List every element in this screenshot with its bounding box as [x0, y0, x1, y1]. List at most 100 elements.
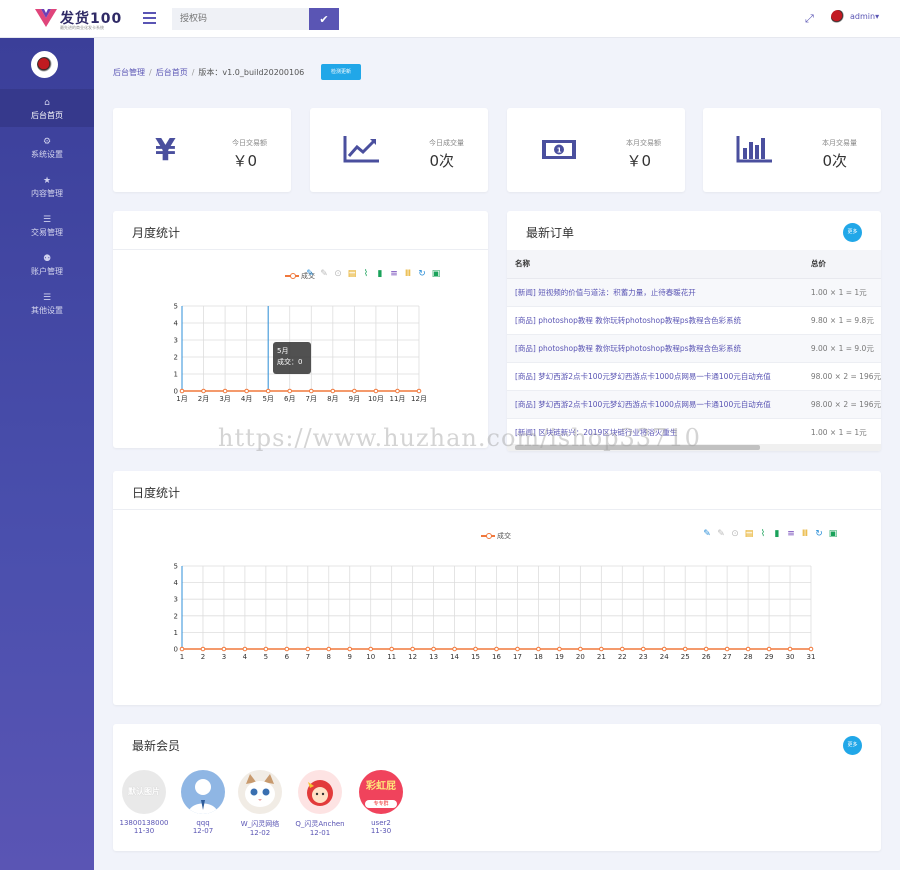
y-tick-label: 5: [174, 563, 178, 571]
member-item[interactable]: 默认图片 13800138000 11-30: [114, 770, 174, 835]
y-tick-label: 2: [174, 354, 178, 362]
fullscreen-icon[interactable]: ⤢: [805, 12, 814, 26]
sidebar-avatar[interactable]: [31, 51, 58, 78]
table-row: [商品] photoshop教程 教你玩转photoshop教程ps教程含色彩系…: [507, 334, 881, 363]
data-point: [347, 646, 353, 652]
breadcrumb-home-link[interactable]: 后台首页: [156, 68, 188, 77]
stat-label: 本月交易量: [822, 139, 857, 147]
top-bar: 发货100 最先进的商业化发卡系统 ✔ ⤢ admin▾: [0, 0, 900, 38]
order-name-link[interactable]: [商品] 梦幻西游2点卡100元梦幻西游点卡1000点网易一卡通100元自动充值: [507, 362, 803, 391]
member-avatar: [298, 770, 342, 814]
member-avatar: [238, 770, 282, 814]
data-point: [494, 646, 499, 652]
sidebar-item-other[interactable]: ☰ 其他设置: [0, 284, 94, 322]
sidebar-item-trade[interactable]: ☰ 交易管理: [0, 206, 94, 244]
data-point: [287, 388, 293, 394]
y-tick-label: 3: [174, 337, 178, 345]
x-tick-label: 22: [618, 653, 627, 661]
data-point: [330, 388, 336, 394]
y-tick-label: 1: [174, 629, 178, 637]
x-tick-label: 8月: [327, 395, 338, 403]
data-point: [410, 646, 415, 652]
x-tick-label: 31: [807, 653, 816, 661]
data-point: [308, 388, 314, 394]
y-tick-label: 5: [174, 303, 178, 311]
svg-text:1: 1: [557, 147, 562, 155]
member-name: 13800138000: [119, 819, 169, 827]
stat-label: 今日成交量: [429, 139, 464, 147]
version-text: 版本：v1.0_build20200106: [198, 68, 305, 77]
stat-card-month-count: 本月交易量 0次: [703, 108, 881, 192]
data-point: [599, 646, 604, 652]
data-point: [766, 646, 772, 652]
x-tick-label: 18: [534, 653, 543, 661]
x-tick-label: 26: [702, 653, 711, 661]
x-tick-label: 12月: [411, 395, 427, 403]
monthly-chart: 0123451月 2月 3月 4月 5月 6月 7月 8月 9月 10月 11月 12月: [174, 303, 427, 404]
cat-icon: [245, 774, 275, 807]
check-update-button[interactable]: 检测更新: [321, 64, 361, 80]
data-point: [373, 388, 379, 394]
data-point: [222, 388, 228, 394]
table-row: [新闻] 短视频的价值与道法：积蓄力量，止待春暖花开 1.00 × 1 = 1元: [507, 278, 881, 307]
x-tick-label: 27: [723, 653, 732, 661]
orders-table: 名称 总价 [新闻] 短视频的价值与道法：积蓄力量，止待春暖花开 1.00 × 1 …: [507, 250, 881, 447]
data-point: [389, 646, 394, 652]
data-point: [640, 646, 646, 652]
members-more-button[interactable]: 更多: [843, 736, 862, 755]
x-tick-label: 3: [222, 653, 226, 661]
logo-subtitle: 最先进的商业化发卡系统: [60, 25, 104, 30]
y-tick-label: 3: [174, 596, 178, 604]
order-price: 98.00 × 2 = 196元: [802, 390, 881, 419]
sidebar-item-home[interactable]: ⌂ 后台首页: [0, 89, 94, 127]
x-tick-label: 21: [597, 653, 606, 661]
admin-menu[interactable]: admin▾: [850, 12, 879, 21]
default-pic-text: 默认图片: [128, 787, 160, 796]
col-price-header: 总价: [802, 250, 881, 279]
x-tick-label: 4月: [241, 395, 252, 403]
data-point: [703, 646, 709, 652]
member-item[interactable]: qqq 12-07: [173, 770, 233, 835]
member-name: W_闪灵网络: [240, 820, 280, 828]
sidebar-item-system[interactable]: ⚙ 系统设置: [0, 128, 94, 166]
data-point: [352, 388, 357, 394]
x-tick-label: 9月: [349, 395, 360, 403]
admin-avatar[interactable]: [831, 10, 845, 24]
member-date: 12-07: [192, 827, 214, 835]
x-tick-label: 28: [744, 653, 753, 661]
latest-orders-title: 最新订单: [526, 226, 575, 240]
auth-code-input[interactable]: [172, 8, 309, 30]
member-avatar: 默认图片: [122, 770, 166, 814]
member-avatar: 彩虹屁 专专群: [359, 770, 403, 814]
auth-submit-button[interactable]: ✔: [309, 8, 339, 30]
order-name-link[interactable]: [商品] 梦幻西游2点卡100元梦幻西游点卡1000点网易一卡通100元自动充值: [507, 390, 803, 419]
order-name-link[interactable]: [新闻] 短视频的价值与道法：积蓄力量，止待春暖花开: [507, 278, 803, 307]
member-item[interactable]: 彩虹屁 专专群 user2 11-30: [351, 770, 411, 835]
data-point: [431, 646, 436, 652]
order-name-link[interactable]: [商品] photoshop教程 教你玩转photoshop教程ps教程含色彩系…: [507, 334, 803, 363]
data-point: [395, 388, 400, 394]
order-name-link[interactable]: [商品] photoshop教程 教你玩转photoshop教程ps教程含色彩系…: [507, 306, 803, 335]
star-icon: ★: [42, 176, 52, 186]
grid-icon: ☰: [42, 293, 52, 303]
sidebar-item-label: 交易管理: [31, 228, 63, 237]
tooltip-value: 成交：0: [277, 358, 303, 366]
logo[interactable]: 发货100 最先进的商业化发卡系统: [34, 7, 124, 33]
order-price: 1.00 × 1 = 1元: [802, 278, 881, 307]
breadcrumb-backend-link[interactable]: 后台管理: [113, 68, 145, 77]
orders-more-button[interactable]: 更多: [843, 223, 862, 242]
x-tick-label: 4: [243, 653, 248, 661]
sidebar-item-content[interactable]: ★ 内容管理: [0, 167, 94, 205]
latest-orders-card: 最新订单 更多 名称 总价 [新闻] 短视频的价值与道法：积蓄力量，止待春暖花开 1…: [507, 211, 881, 451]
x-tick-label: 5月: [262, 395, 273, 403]
home-icon: ⌂: [44, 98, 50, 108]
x-tick-label: 2月: [198, 395, 209, 403]
data-point: [661, 646, 667, 652]
member-item[interactable]: W_闪灵网络 12-02: [230, 770, 290, 837]
sidebar-item-label: 内容管理: [31, 189, 63, 198]
sidebar-item-account[interactable]: ⚉ 账户管理: [0, 245, 94, 283]
data-point: [265, 388, 271, 394]
member-item[interactable]: Q_闪灵Anchen 12-01: [290, 770, 350, 837]
menu-toggle-icon[interactable]: [143, 12, 156, 24]
data-point: [263, 646, 269, 652]
